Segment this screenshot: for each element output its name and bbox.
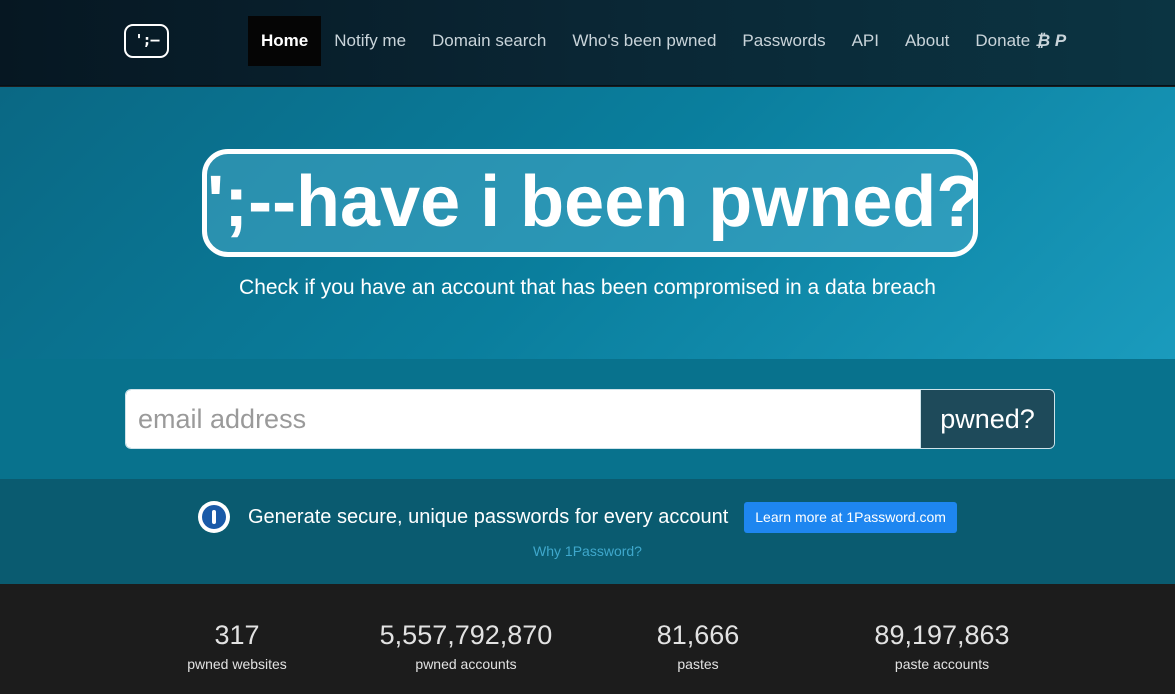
stat-pastes: 81,666 pastes	[638, 620, 758, 672]
stat-pwned-accounts: 5,557,792,870 pwned accounts	[366, 620, 566, 672]
nav-notify-me[interactable]: Notify me	[321, 16, 419, 66]
nav-notify-me-label: Notify me	[334, 31, 407, 50]
nav-passwords[interactable]: Passwords	[729, 16, 838, 66]
nav-api-label: API	[851, 31, 879, 50]
nav-api[interactable]: API	[839, 16, 892, 66]
email-search-input[interactable]	[126, 390, 920, 448]
1password-icon-inner	[202, 505, 226, 529]
learn-more-button[interactable]: Learn more at 1Password.com	[744, 501, 957, 533]
nav-whos-been-pwned-label: Who's been pwned	[572, 31, 717, 50]
nav-whos-been-pwned[interactable]: Who's been pwned	[559, 16, 729, 66]
stat-paste-accounts: 89,197,863 paste accounts	[862, 620, 1022, 672]
nav-about-label: About	[904, 31, 950, 50]
why-1password-link[interactable]: Why 1Password?	[0, 543, 1175, 559]
site-logo[interactable]: ';–	[124, 24, 169, 58]
promo-text: Generate secure, unique passwords for ev…	[248, 505, 729, 528]
1password-icon	[198, 501, 230, 533]
page-title: ';--have i been pwned?	[202, 149, 980, 257]
nav-domain-search-label: Domain search	[432, 31, 547, 50]
1password-icon-bar	[212, 510, 216, 524]
hero-subtitle: Check if you have an account that has be…	[239, 276, 936, 299]
nav-home-label: Home	[261, 31, 309, 50]
navbar: ';– Home Notify me Domain search Who's b…	[0, 0, 1175, 86]
nav-domain-search[interactable]: Domain search	[419, 16, 559, 66]
stat-value: 317	[214, 620, 260, 650]
nav-home[interactable]: Home	[248, 16, 322, 66]
stats-section: 317 pwned websites 5,557,792,870 pwned a…	[0, 584, 1175, 694]
bitcoin-paypal-icon: ₿ P	[1035, 31, 1067, 50]
promo-row: Generate secure, unique passwords for ev…	[198, 501, 957, 533]
search-section: pwned?	[0, 359, 1175, 479]
nav-passwords-label: Passwords	[742, 31, 826, 50]
nav-donate[interactable]: Donate ₿ P	[962, 16, 1079, 66]
nav-about[interactable]: About	[892, 16, 962, 66]
stat-label: pwned accounts	[415, 656, 517, 672]
pwned-button[interactable]: pwned?	[920, 390, 1054, 448]
stat-label: pastes	[677, 656, 719, 672]
stat-value: 5,557,792,870	[379, 620, 553, 650]
main-nav: Home Notify me Domain search Who's been …	[248, 16, 1079, 66]
stat-pwned-websites: 317 pwned websites	[177, 620, 297, 672]
stat-value: 89,197,863	[874, 620, 1010, 650]
promo-section: Generate secure, unique passwords for ev…	[0, 479, 1175, 584]
nav-donate-label: Donate	[975, 31, 1031, 50]
search-form: pwned?	[125, 389, 1055, 449]
stat-value: 81,666	[656, 620, 740, 650]
hero: ';--have i been pwned? Check if you have…	[0, 87, 1175, 359]
stat-label: pwned websites	[187, 656, 287, 672]
stat-label: paste accounts	[894, 656, 990, 672]
